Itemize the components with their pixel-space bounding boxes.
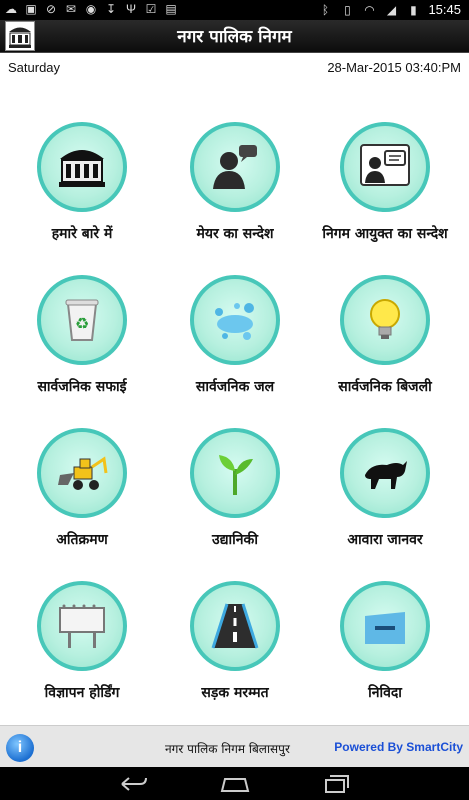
- building-icon: [59, 150, 105, 187]
- footer-bar: i नगर पालिक निगम बिलासपुर Powered By Sma…: [0, 725, 469, 768]
- clock: 15:45: [428, 2, 461, 17]
- tile-horticulture[interactable]: उद्यानिकी: [160, 428, 310, 568]
- tile-road-repair[interactable]: सड़क मरम्मत: [160, 581, 310, 721]
- commissioner-message-icon: [360, 144, 410, 186]
- day-label: Saturday: [8, 60, 61, 75]
- tile-label: सार्वजनिक सफाई: [37, 379, 127, 395]
- app-header: नगर पालिक निगम: [0, 20, 469, 53]
- bulb-icon: [370, 299, 400, 339]
- tile-label: मेयर का सन्देश: [196, 226, 274, 242]
- bull-icon: [365, 461, 407, 489]
- system-nav-bar: [0, 767, 469, 800]
- tile-label: सार्वजनिक बिजली: [338, 379, 432, 395]
- date-row: Saturday 28-Mar-2015 03:40:PM: [8, 60, 461, 78]
- tile-label: आवारा जानवर: [347, 532, 423, 548]
- tile-stray-animals[interactable]: आवारा जानवर: [310, 428, 460, 568]
- tile-label: निविदा: [368, 685, 402, 701]
- plant-icon: [219, 455, 253, 495]
- page-title: नगर पालिक निगम: [177, 27, 292, 47]
- tile-tender[interactable]: निविदा: [310, 581, 460, 721]
- tile-public-electricity[interactable]: सार्वजनिक बिजली: [310, 275, 460, 415]
- wifi-icon: ◠: [364, 2, 375, 17]
- tile-label: निगम आयुक्त का सन्देश: [322, 226, 448, 242]
- tile-public-cleaning[interactable]: ♻ सार्वजनिक सफाई: [7, 275, 157, 415]
- lock-icon: ▤: [165, 2, 177, 16]
- tile-label: विज्ञापन होर्डिंग: [44, 685, 120, 701]
- battery-icon: ▮: [410, 2, 417, 17]
- tile-about-us[interactable]: हमारे बारे में: [7, 122, 157, 262]
- tile-label: उद्यानिकी: [212, 532, 258, 548]
- tile-label: हमारे बारे में: [51, 226, 113, 242]
- recents-icon[interactable]: [322, 773, 352, 795]
- download-icon: ↧: [105, 2, 117, 16]
- usb-icon: Ψ: [125, 2, 137, 16]
- status-bar: ☁ ▣ ⊘ ✉ ◉ ↧ Ψ ☑ ▤ ᛒ ▯ ◠ ◢ ▮ 15:45: [0, 0, 469, 20]
- footer-org-name: नगर पालिक निगम बिलासपुर: [165, 742, 290, 756]
- person-message-icon: [213, 145, 257, 189]
- svg-text:♻: ♻: [75, 314, 89, 333]
- home-icon[interactable]: [220, 773, 250, 795]
- datetime-label: 28-Mar-2015 03:40:PM: [327, 60, 461, 75]
- tile-label: सार्वजनिक जल: [195, 379, 275, 395]
- tile-public-water[interactable]: सार्वजनिक जल: [160, 275, 310, 415]
- tile-label: सड़क मरम्मत: [201, 685, 269, 701]
- no-sim-icon: ⊘: [45, 2, 57, 16]
- system-icons: ᛒ ▯ ◠ ◢ ▮ 15:45: [318, 2, 461, 17]
- tile-mayor-message[interactable]: मेयर का सन्देश: [160, 122, 310, 262]
- signal-icon: ◢: [386, 2, 397, 17]
- notification-icons: ☁ ▣ ⊘ ✉ ◉ ↧ Ψ ☑ ▤: [4, 2, 178, 16]
- bulldozer-icon: [58, 456, 108, 490]
- vibrate-icon: ▯: [344, 2, 351, 17]
- water-splash-icon: [215, 303, 254, 340]
- tile-label: अतिक्रमण: [56, 532, 108, 548]
- cloud-upload-icon: ☁: [5, 2, 17, 16]
- recycle-bin-icon: ♻: [65, 299, 99, 341]
- mail-icon: ✉: [65, 2, 77, 16]
- info-icon[interactable]: i: [6, 734, 34, 762]
- tender-box-icon: [365, 612, 405, 644]
- image-icon: ▣: [25, 2, 37, 16]
- bluetooth-icon: ᛒ: [321, 2, 330, 17]
- tile-ad-hoarding[interactable]: विज्ञापन होर्डिंग: [7, 581, 157, 721]
- powered-by-link[interactable]: Powered By SmartCity: [334, 740, 463, 754]
- tile-commissioner-message[interactable]: निगम आयुक्त का सन्देश: [310, 122, 460, 262]
- tile-encroachment[interactable]: अतिक्रमण: [7, 428, 157, 568]
- eye-icon: ◉: [85, 2, 97, 16]
- checklist-icon: ☑: [145, 2, 157, 16]
- back-icon[interactable]: [118, 773, 148, 795]
- road-icon: [211, 603, 259, 649]
- billboard-icon: [59, 604, 105, 648]
